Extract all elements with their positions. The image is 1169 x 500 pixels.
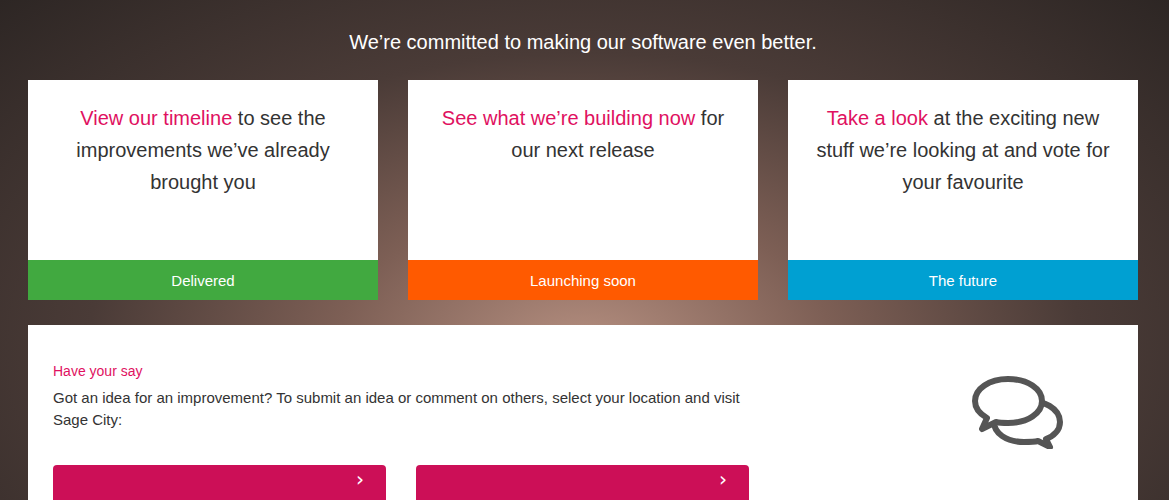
status-label: The future [929,272,997,289]
feedback-main: Have your say Got an idea for an improvem… [53,363,963,500]
location-button[interactable]: › [53,465,386,500]
feedback-text: Got an idea for an improvement? To submi… [53,387,743,431]
chat-bubbles-icon [972,375,1064,449]
status-bar[interactable]: Delivered [28,260,378,300]
status-label: Delivered [171,272,234,289]
card-link[interactable]: See what we’re building now [442,107,696,129]
status-bar[interactable]: The future [788,260,1138,300]
status-bar[interactable]: Launching soon [408,260,758,300]
roadmap-card: View our timeline to see the improvement… [28,80,378,300]
chat-icon-wrap [963,363,1113,500]
feedback-panel: Have your say Got an idea for an improvem… [28,325,1138,500]
card-link[interactable]: View our timeline [80,107,232,129]
roadmap-card: See what we’re building now for our next… [408,80,758,300]
chevron-icon: › [719,467,727,491]
card-body: Take a look at the exciting new stuff we… [788,80,1138,260]
status-label: Launching soon [530,272,636,289]
feedback-label: Have your say [53,363,963,379]
chevron-icon: › [356,467,364,491]
location-buttons: ›› [53,465,963,500]
roadmap-cards: View our timeline to see the improvement… [28,80,1138,300]
roadmap-card: Take a look at the exciting new stuff we… [788,80,1138,300]
card-link[interactable]: Take a look [827,107,928,129]
card-body: See what we’re building now for our next… [408,80,758,260]
card-body: View our timeline to see the improvement… [28,80,378,260]
location-button[interactable]: › [416,465,749,500]
subtitle: We’re committed to making our software e… [28,29,1138,55]
